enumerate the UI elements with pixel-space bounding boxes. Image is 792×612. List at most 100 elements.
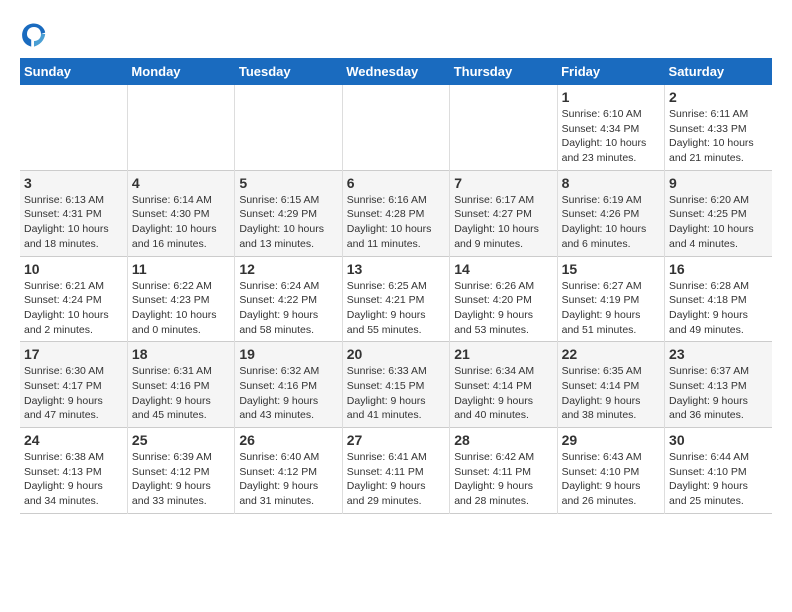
day-info: Sunrise: 6:27 AM Sunset: 4:19 PM Dayligh… bbox=[562, 279, 660, 338]
day-number: 13 bbox=[347, 261, 445, 277]
day-info: Sunrise: 6:17 AM Sunset: 4:27 PM Dayligh… bbox=[454, 193, 552, 252]
day-info: Sunrise: 6:34 AM Sunset: 4:14 PM Dayligh… bbox=[454, 364, 552, 423]
day-info: Sunrise: 6:10 AM Sunset: 4:34 PM Dayligh… bbox=[562, 107, 660, 166]
day-cell: 28 Sunrise: 6:42 AM Sunset: 4:11 PM Dayli… bbox=[450, 428, 557, 514]
day-cell: 8 Sunrise: 6:19 AM Sunset: 4:26 PM Daylig… bbox=[557, 170, 664, 256]
header-cell-tuesday: Tuesday bbox=[235, 58, 342, 85]
day-cell bbox=[20, 85, 127, 170]
day-info: Sunrise: 6:22 AM Sunset: 4:23 PM Dayligh… bbox=[132, 279, 230, 338]
day-number: 2 bbox=[669, 89, 768, 105]
day-cell: 18 Sunrise: 6:31 AM Sunset: 4:16 PM Dayli… bbox=[127, 342, 234, 428]
day-number: 4 bbox=[132, 175, 230, 191]
day-info: Sunrise: 6:21 AM Sunset: 4:24 PM Dayligh… bbox=[24, 279, 123, 338]
day-info: Sunrise: 6:32 AM Sunset: 4:16 PM Dayligh… bbox=[239, 364, 337, 423]
day-cell: 2 Sunrise: 6:11 AM Sunset: 4:33 PM Daylig… bbox=[665, 85, 772, 170]
day-cell: 4 Sunrise: 6:14 AM Sunset: 4:30 PM Daylig… bbox=[127, 170, 234, 256]
page-header bbox=[20, 20, 772, 48]
day-cell bbox=[127, 85, 234, 170]
day-number: 30 bbox=[669, 432, 768, 448]
day-info: Sunrise: 6:15 AM Sunset: 4:29 PM Dayligh… bbox=[239, 193, 337, 252]
logo-icon bbox=[20, 20, 48, 48]
day-cell: 3 Sunrise: 6:13 AM Sunset: 4:31 PM Daylig… bbox=[20, 170, 127, 256]
day-info: Sunrise: 6:30 AM Sunset: 4:17 PM Dayligh… bbox=[24, 364, 123, 423]
day-number: 11 bbox=[132, 261, 230, 277]
day-info: Sunrise: 6:33 AM Sunset: 4:15 PM Dayligh… bbox=[347, 364, 445, 423]
day-number: 12 bbox=[239, 261, 337, 277]
day-cell: 26 Sunrise: 6:40 AM Sunset: 4:12 PM Dayli… bbox=[235, 428, 342, 514]
day-number: 20 bbox=[347, 346, 445, 362]
day-number: 17 bbox=[24, 346, 123, 362]
header-cell-wednesday: Wednesday bbox=[342, 58, 449, 85]
day-number: 19 bbox=[239, 346, 337, 362]
day-cell: 11 Sunrise: 6:22 AM Sunset: 4:23 PM Dayli… bbox=[127, 256, 234, 342]
day-cell: 16Sunrise: 6:28 AM Sunset: 4:18 PM Dayli… bbox=[665, 256, 772, 342]
day-cell bbox=[342, 85, 449, 170]
day-number: 6 bbox=[347, 175, 445, 191]
day-cell: 30 Sunrise: 6:44 AM Sunset: 4:10 PM Dayli… bbox=[665, 428, 772, 514]
day-number: 7 bbox=[454, 175, 552, 191]
day-info: Sunrise: 6:41 AM Sunset: 4:11 PM Dayligh… bbox=[347, 450, 445, 509]
day-number: 25 bbox=[132, 432, 230, 448]
day-number: 23 bbox=[669, 346, 768, 362]
week-row-3: 10 Sunrise: 6:21 AM Sunset: 4:24 PM Dayli… bbox=[20, 256, 772, 342]
day-cell: 27 Sunrise: 6:41 AM Sunset: 4:11 PM Dayli… bbox=[342, 428, 449, 514]
day-cell: 5Sunrise: 6:15 AM Sunset: 4:29 PM Daylig… bbox=[235, 170, 342, 256]
day-cell: 1 Sunrise: 6:10 AM Sunset: 4:34 PM Daylig… bbox=[557, 85, 664, 170]
day-info: Sunrise: 6:35 AM Sunset: 4:14 PM Dayligh… bbox=[562, 364, 660, 423]
day-cell: 7 Sunrise: 6:17 AM Sunset: 4:27 PM Daylig… bbox=[450, 170, 557, 256]
day-cell: 25 Sunrise: 6:39 AM Sunset: 4:12 PM Dayli… bbox=[127, 428, 234, 514]
day-number: 18 bbox=[132, 346, 230, 362]
day-info: Sunrise: 6:14 AM Sunset: 4:30 PM Dayligh… bbox=[132, 193, 230, 252]
day-number: 3 bbox=[24, 175, 123, 191]
day-cell: 17 Sunrise: 6:30 AM Sunset: 4:17 PM Dayli… bbox=[20, 342, 127, 428]
day-cell: 14Sunrise: 6:26 AM Sunset: 4:20 PM Dayli… bbox=[450, 256, 557, 342]
day-cell: 10 Sunrise: 6:21 AM Sunset: 4:24 PM Dayli… bbox=[20, 256, 127, 342]
logo bbox=[20, 20, 52, 48]
day-number: 10 bbox=[24, 261, 123, 277]
day-number: 22 bbox=[562, 346, 660, 362]
day-number: 29 bbox=[562, 432, 660, 448]
day-cell: 19 Sunrise: 6:32 AM Sunset: 4:16 PM Dayli… bbox=[235, 342, 342, 428]
week-row-4: 17 Sunrise: 6:30 AM Sunset: 4:17 PM Dayli… bbox=[20, 342, 772, 428]
day-info: Sunrise: 6:43 AM Sunset: 4:10 PM Dayligh… bbox=[562, 450, 660, 509]
day-info: Sunrise: 6:11 AM Sunset: 4:33 PM Dayligh… bbox=[669, 107, 768, 166]
day-cell: 12Sunrise: 6:24 AM Sunset: 4:22 PM Dayli… bbox=[235, 256, 342, 342]
day-number: 9 bbox=[669, 175, 768, 191]
day-cell bbox=[450, 85, 557, 170]
day-number: 28 bbox=[454, 432, 552, 448]
day-info: Sunrise: 6:40 AM Sunset: 4:12 PM Dayligh… bbox=[239, 450, 337, 509]
day-info: Sunrise: 6:42 AM Sunset: 4:11 PM Dayligh… bbox=[454, 450, 552, 509]
day-info: Sunrise: 6:31 AM Sunset: 4:16 PM Dayligh… bbox=[132, 364, 230, 423]
day-info: Sunrise: 6:39 AM Sunset: 4:12 PM Dayligh… bbox=[132, 450, 230, 509]
day-cell: 13 Sunrise: 6:25 AM Sunset: 4:21 PM Dayli… bbox=[342, 256, 449, 342]
day-number: 21 bbox=[454, 346, 552, 362]
day-info: Sunrise: 6:25 AM Sunset: 4:21 PM Dayligh… bbox=[347, 279, 445, 338]
header-cell-thursday: Thursday bbox=[450, 58, 557, 85]
header-cell-friday: Friday bbox=[557, 58, 664, 85]
day-number: 8 bbox=[562, 175, 660, 191]
day-number: 1 bbox=[562, 89, 660, 105]
day-info: Sunrise: 6:28 AM Sunset: 4:18 PM Dayligh… bbox=[669, 279, 768, 338]
header-row: SundayMondayTuesdayWednesdayThursdayFrid… bbox=[20, 58, 772, 85]
week-row-5: 24 Sunrise: 6:38 AM Sunset: 4:13 PM Dayli… bbox=[20, 428, 772, 514]
header-cell-monday: Monday bbox=[127, 58, 234, 85]
header-cell-sunday: Sunday bbox=[20, 58, 127, 85]
day-cell: 9 Sunrise: 6:20 AM Sunset: 4:25 PM Daylig… bbox=[665, 170, 772, 256]
day-cell: 23 Sunrise: 6:37 AM Sunset: 4:13 PM Dayli… bbox=[665, 342, 772, 428]
day-info: Sunrise: 6:13 AM Sunset: 4:31 PM Dayligh… bbox=[24, 193, 123, 252]
day-number: 24 bbox=[24, 432, 123, 448]
week-row-1: 1 Sunrise: 6:10 AM Sunset: 4:34 PM Daylig… bbox=[20, 85, 772, 170]
day-info: Sunrise: 6:44 AM Sunset: 4:10 PM Dayligh… bbox=[669, 450, 768, 509]
day-number: 26 bbox=[239, 432, 337, 448]
calendar-table: SundayMondayTuesdayWednesdayThursdayFrid… bbox=[20, 58, 772, 514]
day-info: Sunrise: 6:26 AM Sunset: 4:20 PM Dayligh… bbox=[454, 279, 552, 338]
day-cell: 6 Sunrise: 6:16 AM Sunset: 4:28 PM Daylig… bbox=[342, 170, 449, 256]
day-info: Sunrise: 6:20 AM Sunset: 4:25 PM Dayligh… bbox=[669, 193, 768, 252]
day-info: Sunrise: 6:38 AM Sunset: 4:13 PM Dayligh… bbox=[24, 450, 123, 509]
day-info: Sunrise: 6:37 AM Sunset: 4:13 PM Dayligh… bbox=[669, 364, 768, 423]
day-cell: 20 Sunrise: 6:33 AM Sunset: 4:15 PM Dayli… bbox=[342, 342, 449, 428]
day-info: Sunrise: 6:16 AM Sunset: 4:28 PM Dayligh… bbox=[347, 193, 445, 252]
day-cell: 29 Sunrise: 6:43 AM Sunset: 4:10 PM Dayli… bbox=[557, 428, 664, 514]
day-number: 27 bbox=[347, 432, 445, 448]
day-info: Sunrise: 6:19 AM Sunset: 4:26 PM Dayligh… bbox=[562, 193, 660, 252]
